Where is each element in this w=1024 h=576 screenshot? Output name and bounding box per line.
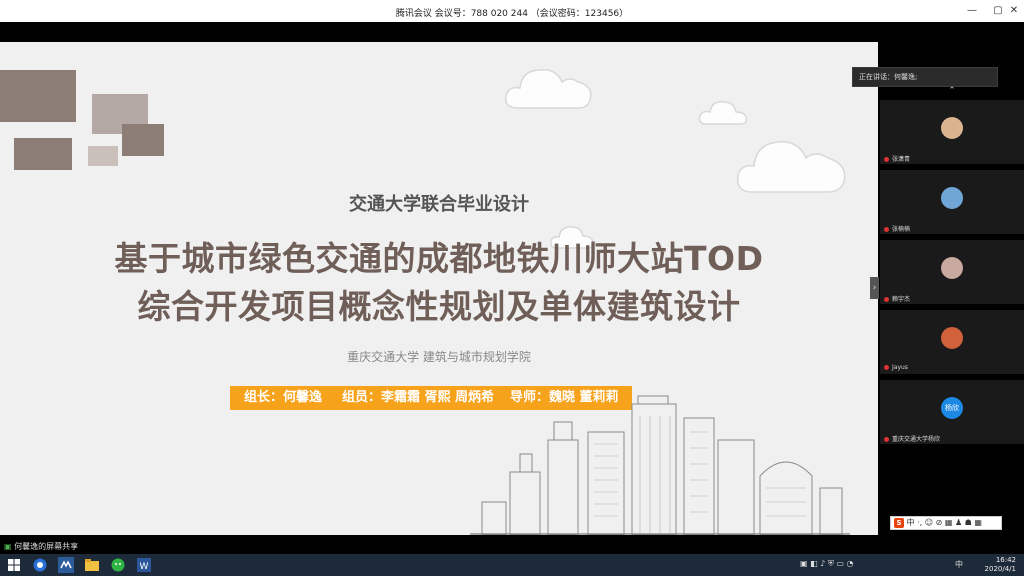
windows-start-icon[interactable] [6,557,22,573]
slide-school: 重庆交通大学 建筑与城市规划学院 [347,350,531,364]
participant-name: Jayus [884,364,908,371]
participant-tile[interactable]: Jayus [880,310,1024,374]
participant-tile[interactable]: 杨欣 重庆交通大学杨欣 [880,380,1024,444]
ime-toolbar[interactable]: S 中 ·, ☺ ⊘ ▦ ♟ ☗ ▦ [890,516,1002,530]
svg-text:W: W [140,562,149,572]
screen-share-status: ▣ 何馨逸的屏幕共享 [0,540,300,554]
antivirus-icon[interactable]: ⛨ [828,559,834,568]
avatar [941,257,963,279]
mic-muted-icon [884,157,889,162]
clock-time: 16:42 [995,556,1016,564]
meeting-tray-icon[interactable]: ◧ [810,559,818,568]
decor-square [122,124,164,156]
screen-share-label: 何馨逸的屏幕共享 [14,542,79,551]
tencent-meeting-icon[interactable] [58,557,74,573]
decor-square [0,70,76,122]
tray-icons[interactable]: ▣ ◧ ♪ ⛨ ▭ ◔ [800,559,854,569]
avatar: 杨欣 [941,397,963,419]
window-titlebar: 腾讯会议 会议号：788 020 244 （会议密码：123456） — ▢ ✕ [0,0,1024,22]
ime-tools: 中 ·, ☺ ⊘ ▦ ♟ ☗ ▦ [906,518,982,527]
participant-tile[interactable]: 赖宇杰 [880,240,1024,304]
slide-title-line2: 综合开发项目概念性规划及单体建筑设计 [137,287,741,326]
mic-muted-icon [884,297,889,302]
battery-icon[interactable]: ▭ [836,559,844,568]
participant-name: 重庆交通大学杨欣 [884,434,940,443]
shared-screen-slide: 交通大学联合毕业设计 基于城市绿色交通的成都地铁川师大站TOD 综合开发项目概念… [0,42,878,535]
wechat-icon[interactable] [110,557,126,573]
clock-date: 2020/4/1 [984,565,1016,573]
system-clock[interactable]: 16:42 2020/4/1 [985,556,1016,574]
volume-icon[interactable]: ♪ [820,559,825,568]
slide-title-line1: 基于城市绿色交通的成都地铁川师大站TOD [114,239,764,278]
participant-name: 张楠楠 [884,224,910,233]
minimize-button[interactable]: — [964,3,980,19]
avatar [941,187,963,209]
participants-panel: ⌃ 张潇青 张楠楠 赖宇杰 Jayus 杨欣 重庆交通大学杨欣 [880,84,1024,554]
decor-square [14,138,72,170]
windows-taskbar: W ▣ ◧ ♪ ⛨ ▭ ◔ 中 16:42 2020/4/1 [0,554,1024,576]
slide-subtitle: 交通大学联合毕业设计 [349,194,529,215]
decor-square [88,146,118,166]
participant-name: 张潇青 [884,154,910,163]
participant-tile[interactable]: 张楠楠 [880,170,1024,234]
network-icon[interactable]: ▣ [800,559,808,568]
mic-muted-icon [884,365,889,370]
file-explorer-icon[interactable] [84,557,100,573]
team-leader: 组长：何馨逸 [244,390,323,405]
mic-muted-icon [884,227,889,232]
chevron-up-icon[interactable]: ⌃ [880,84,1024,98]
mic-muted-icon [884,437,889,442]
window-title: 腾讯会议 会议号：788 020 244 （会议密码：123456） [395,9,629,19]
wifi-icon[interactable]: ◔ [847,559,854,568]
meeting-stage: 交通大学联合毕业设计 基于城市绿色交通的成都地铁川师大站TOD 综合开发项目概念… [0,22,1024,554]
participant-tile[interactable]: 张潇青 [880,100,1024,164]
chevron-right-icon[interactable]: › [870,277,879,299]
sogou-logo-icon: S [894,517,904,528]
avatar [941,117,963,139]
cloud-icon [505,69,592,109]
cloud-icon [737,141,846,193]
avatar [941,327,963,349]
participant-name: 赖宇杰 [884,294,910,303]
word-icon[interactable]: W [136,557,152,573]
browser-icon[interactable] [32,557,48,573]
close-button[interactable]: ✕ [1006,3,1022,19]
input-language[interactable]: 中 [955,559,963,570]
screen-share-icon: ▣ [4,542,12,551]
cloud-icon [698,100,748,125]
city-skyline-illustration [470,395,850,535]
maximize-button[interactable]: ▢ [990,3,1006,19]
